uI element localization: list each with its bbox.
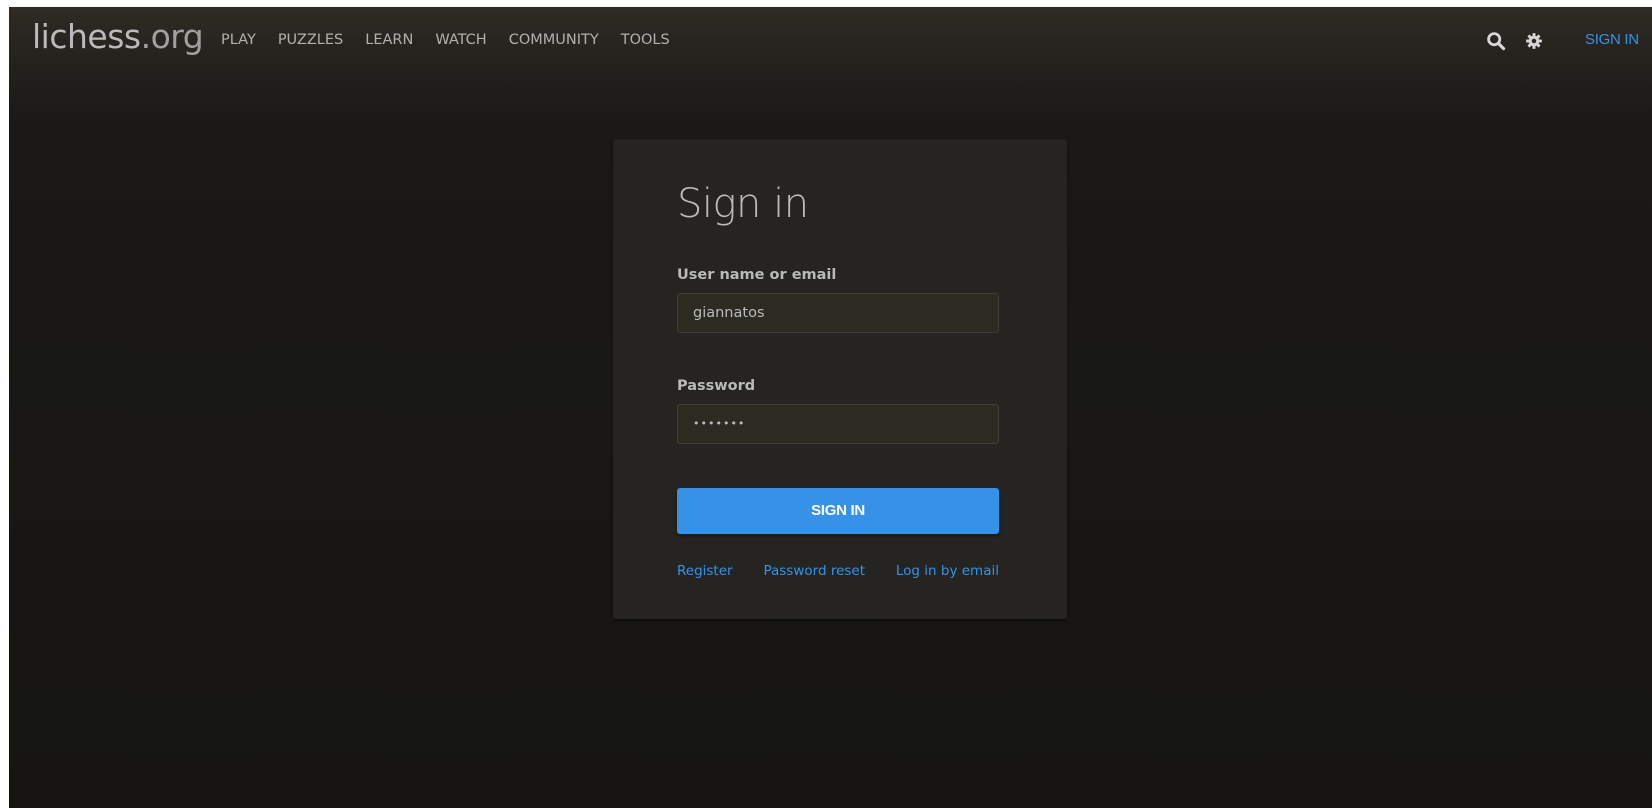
- page-viewport: lichess.org PLAY PUZZLES LEARN WATCH COM…: [9, 7, 1652, 808]
- username-label: User name or email: [677, 267, 837, 283]
- password-field[interactable]: •••••••: [677, 404, 999, 444]
- password-label: Password: [677, 378, 756, 394]
- site-logo[interactable]: lichess.org: [32, 15, 204, 59]
- nav-learn[interactable]: LEARN: [365, 30, 413, 50]
- sign-in-card: Sign in User name or email giannatos Pas…: [613, 139, 1067, 619]
- password-reset-link[interactable]: Password reset: [763, 563, 865, 579]
- logo-name: lichess: [32, 17, 141, 56]
- gear-icon[interactable]: [1522, 29, 1546, 53]
- username-field[interactable]: giannatos: [677, 293, 999, 333]
- nav-puzzles[interactable]: PUZZLES: [278, 30, 343, 50]
- main-nav: PLAY PUZZLES LEARN WATCH COMMUNITY TOOLS: [221, 30, 692, 50]
- top-icons: [1484, 29, 1546, 53]
- header-sign-in-link[interactable]: SIGN IN: [1585, 31, 1639, 48]
- page-title: Sign in: [677, 181, 809, 227]
- nav-tools[interactable]: TOOLS: [621, 30, 670, 50]
- sign-in-button[interactable]: SIGN IN: [677, 488, 999, 534]
- search-icon[interactable]: [1484, 29, 1508, 53]
- nav-play[interactable]: PLAY: [221, 30, 256, 50]
- top-navigation-bar: lichess.org PLAY PUZZLES LEARN WATCH COM…: [9, 7, 1652, 67]
- email-login-link[interactable]: Log in by email: [896, 563, 999, 579]
- nav-watch[interactable]: WATCH: [435, 30, 486, 50]
- nav-community[interactable]: COMMUNITY: [509, 30, 599, 50]
- logo-tld: .org: [140, 17, 204, 56]
- auth-links: Register Password reset Log in by email: [677, 563, 999, 579]
- register-link[interactable]: Register: [677, 563, 733, 579]
